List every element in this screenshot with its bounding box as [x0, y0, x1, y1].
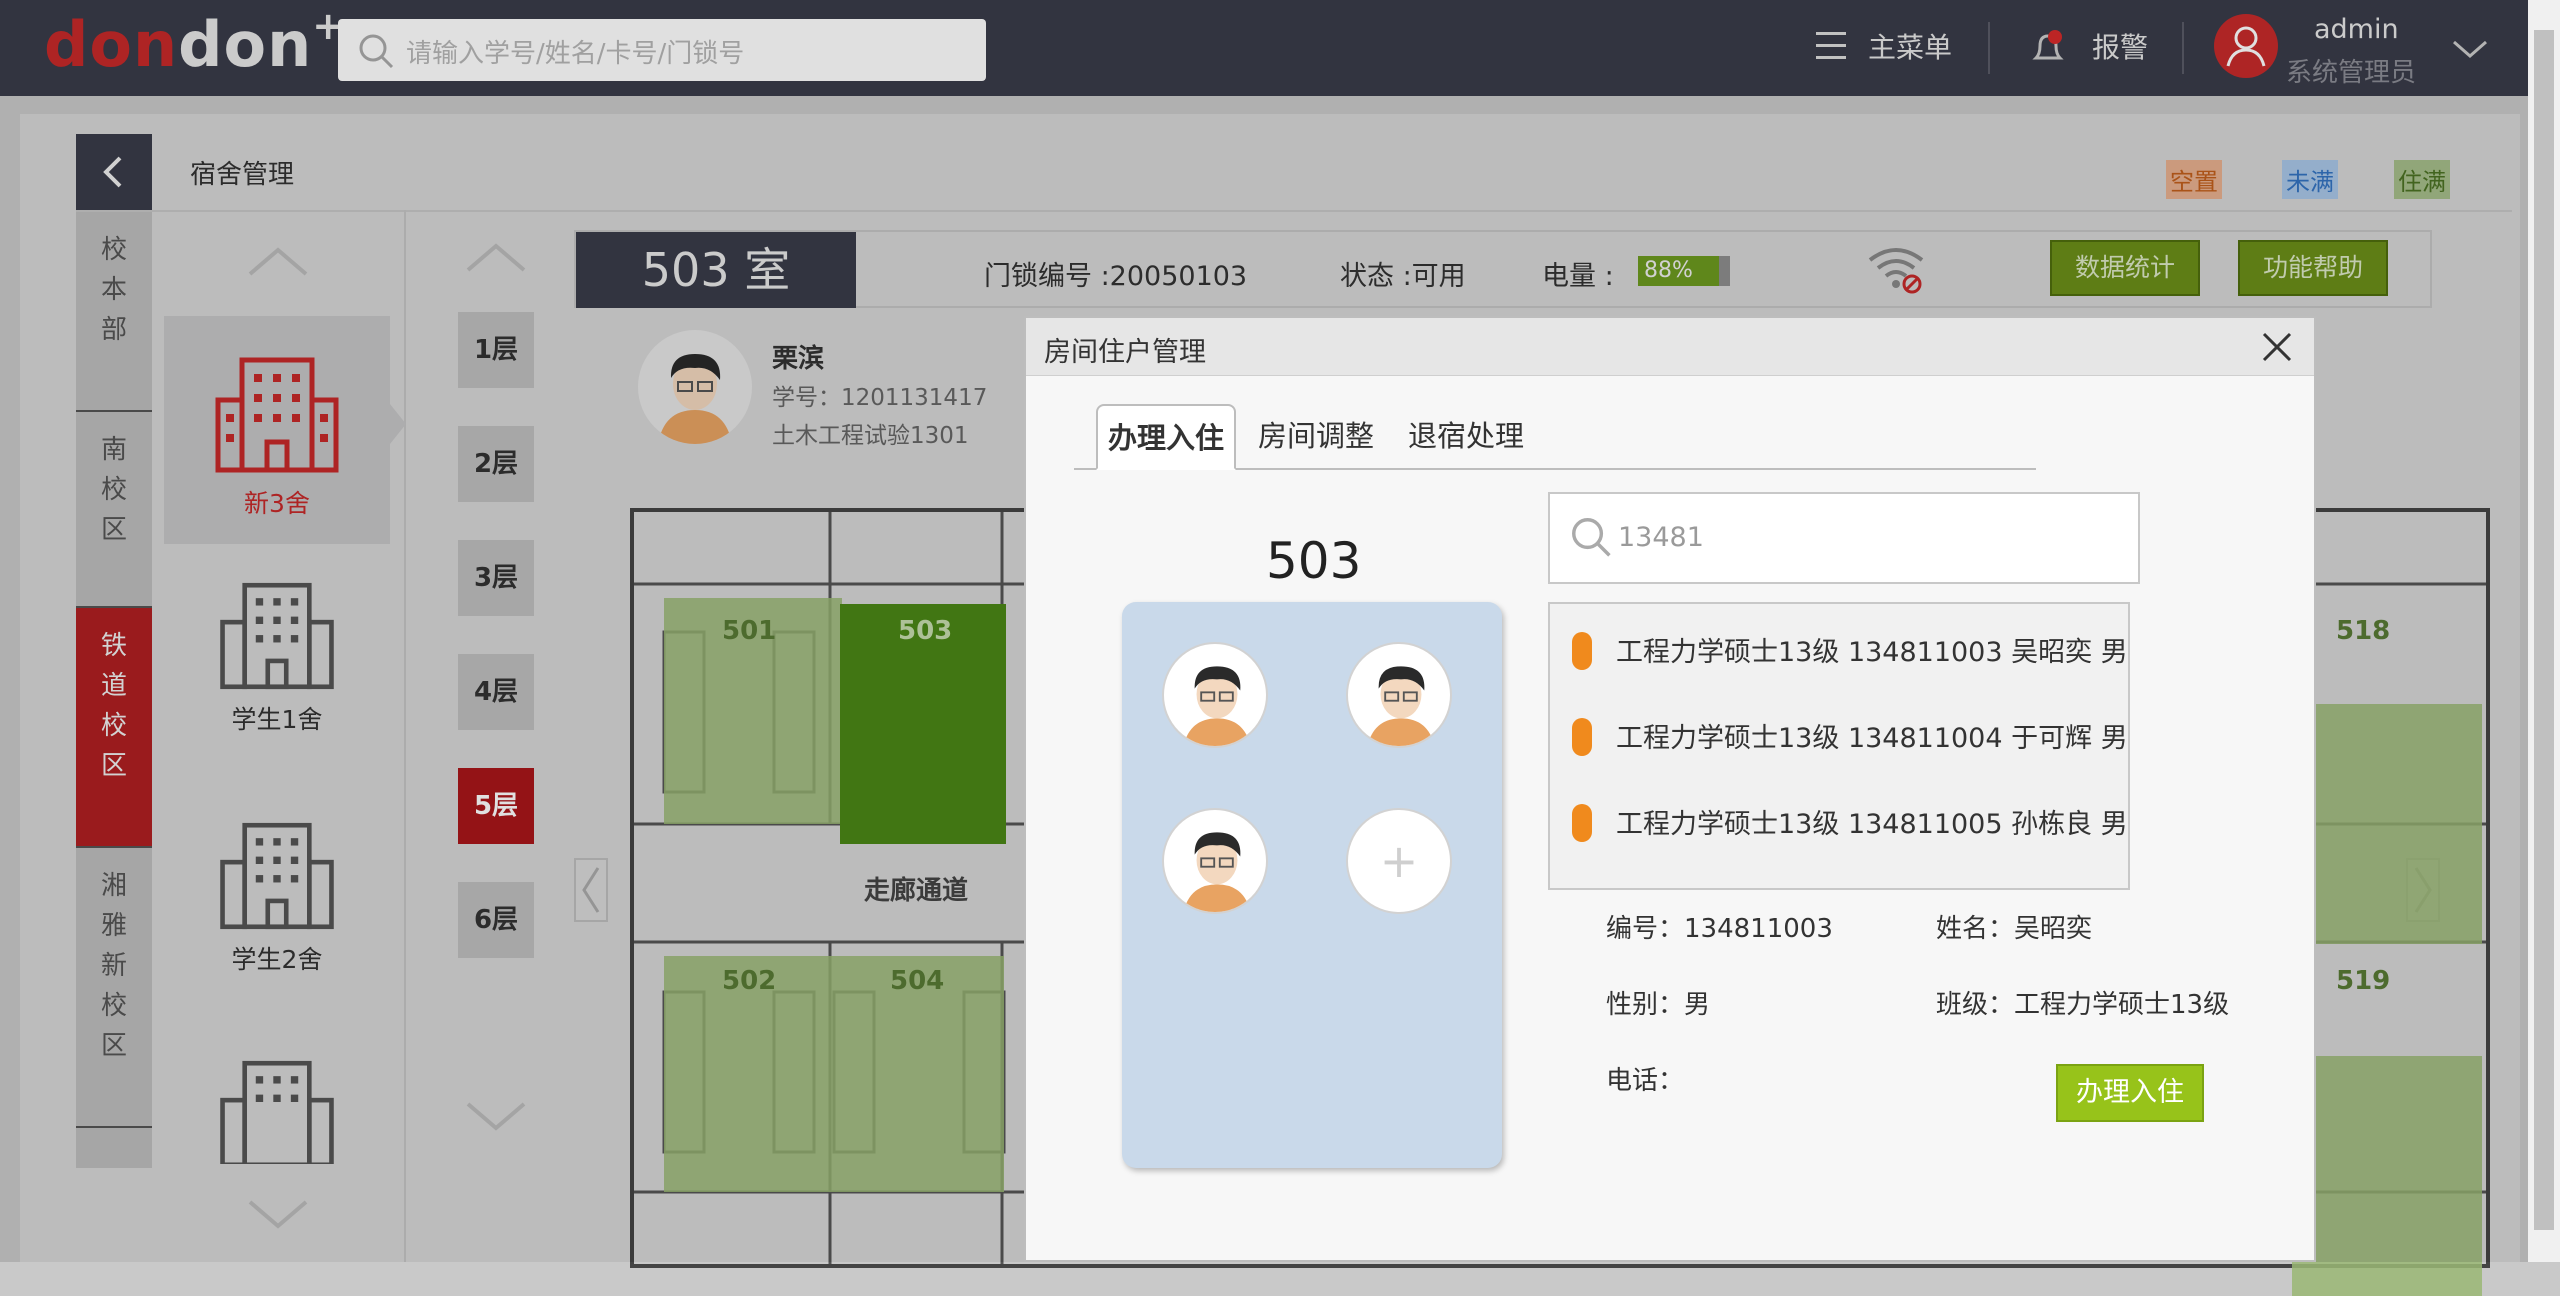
bed-occupant-avatar[interactable] — [1346, 642, 1452, 748]
dialog-tabs: 办理入住 房间调整 退宿处理 — [1074, 404, 2036, 470]
bed-occupant-avatar[interactable] — [1162, 808, 1268, 914]
detail-name: 姓名：吴昭奕 — [1936, 914, 2093, 944]
result-item[interactable]: 工程力学硕士13级 134811003 吴昭奕 男 — [1550, 604, 2128, 690]
tab-checkin[interactable]: 办理入住 — [1096, 404, 1237, 470]
detail-gender: 性别：男 — [1606, 990, 1711, 1020]
status-pill-icon — [1572, 804, 1592, 842]
result-text: 工程力学硕士13级 134811003 吴昭奕 男 — [1616, 637, 2128, 668]
page-scrollbar[interactable] — [2528, 0, 2560, 1262]
room-resident-dialog: 房间住户管理 办理入住 房间调整 退宿处理 503 + 13481 工程力学硕士… — [1024, 316, 2316, 1262]
checkin-button[interactable]: 办理入住 — [2056, 1064, 2204, 1122]
result-text: 工程力学硕士13级 134811004 于可辉 男 — [1616, 723, 2128, 754]
search-results-list: 工程力学硕士13级 134811003 吴昭奕 男 工程力学硕士13级 1348… — [1548, 602, 2130, 890]
search-value: 13481 — [1618, 522, 1704, 553]
result-item[interactable]: 工程力学硕士13级 134811004 于可辉 男 — [1550, 690, 2128, 776]
dialog-title: 房间住户管理 — [1044, 337, 1206, 368]
tab-room-adjust[interactable]: 房间调整 — [1248, 404, 1384, 470]
result-text: 工程力学硕士13级 134811005 孙栋良 男 — [1616, 809, 2128, 840]
search-icon — [1568, 514, 1614, 564]
close-icon[interactable] — [2252, 322, 2302, 372]
status-pill-icon — [1572, 718, 1592, 756]
dialog-header: 房间住户管理 — [1026, 318, 2314, 376]
detail-class: 班级：工程力学硕士13级 — [1936, 990, 2230, 1020]
add-bed-occupant-button[interactable]: + — [1346, 808, 1452, 914]
tab-checkout[interactable]: 退宿处理 — [1398, 404, 1534, 470]
detail-id: 编号：134811003 — [1606, 914, 1833, 944]
status-pill-icon — [1572, 632, 1592, 670]
bed-occupant-avatar[interactable] — [1162, 642, 1268, 748]
detail-phone: 电话： — [1606, 1066, 1685, 1096]
dialog-room-number: 503 — [1266, 532, 1362, 590]
scrollbar-thumb[interactable] — [2534, 30, 2554, 1230]
bed-panel: + — [1122, 602, 1502, 1168]
result-item[interactable]: 工程力学硕士13级 134811005 孙栋良 男 — [1550, 776, 2128, 862]
student-search-input[interactable]: 13481 — [1548, 492, 2140, 584]
